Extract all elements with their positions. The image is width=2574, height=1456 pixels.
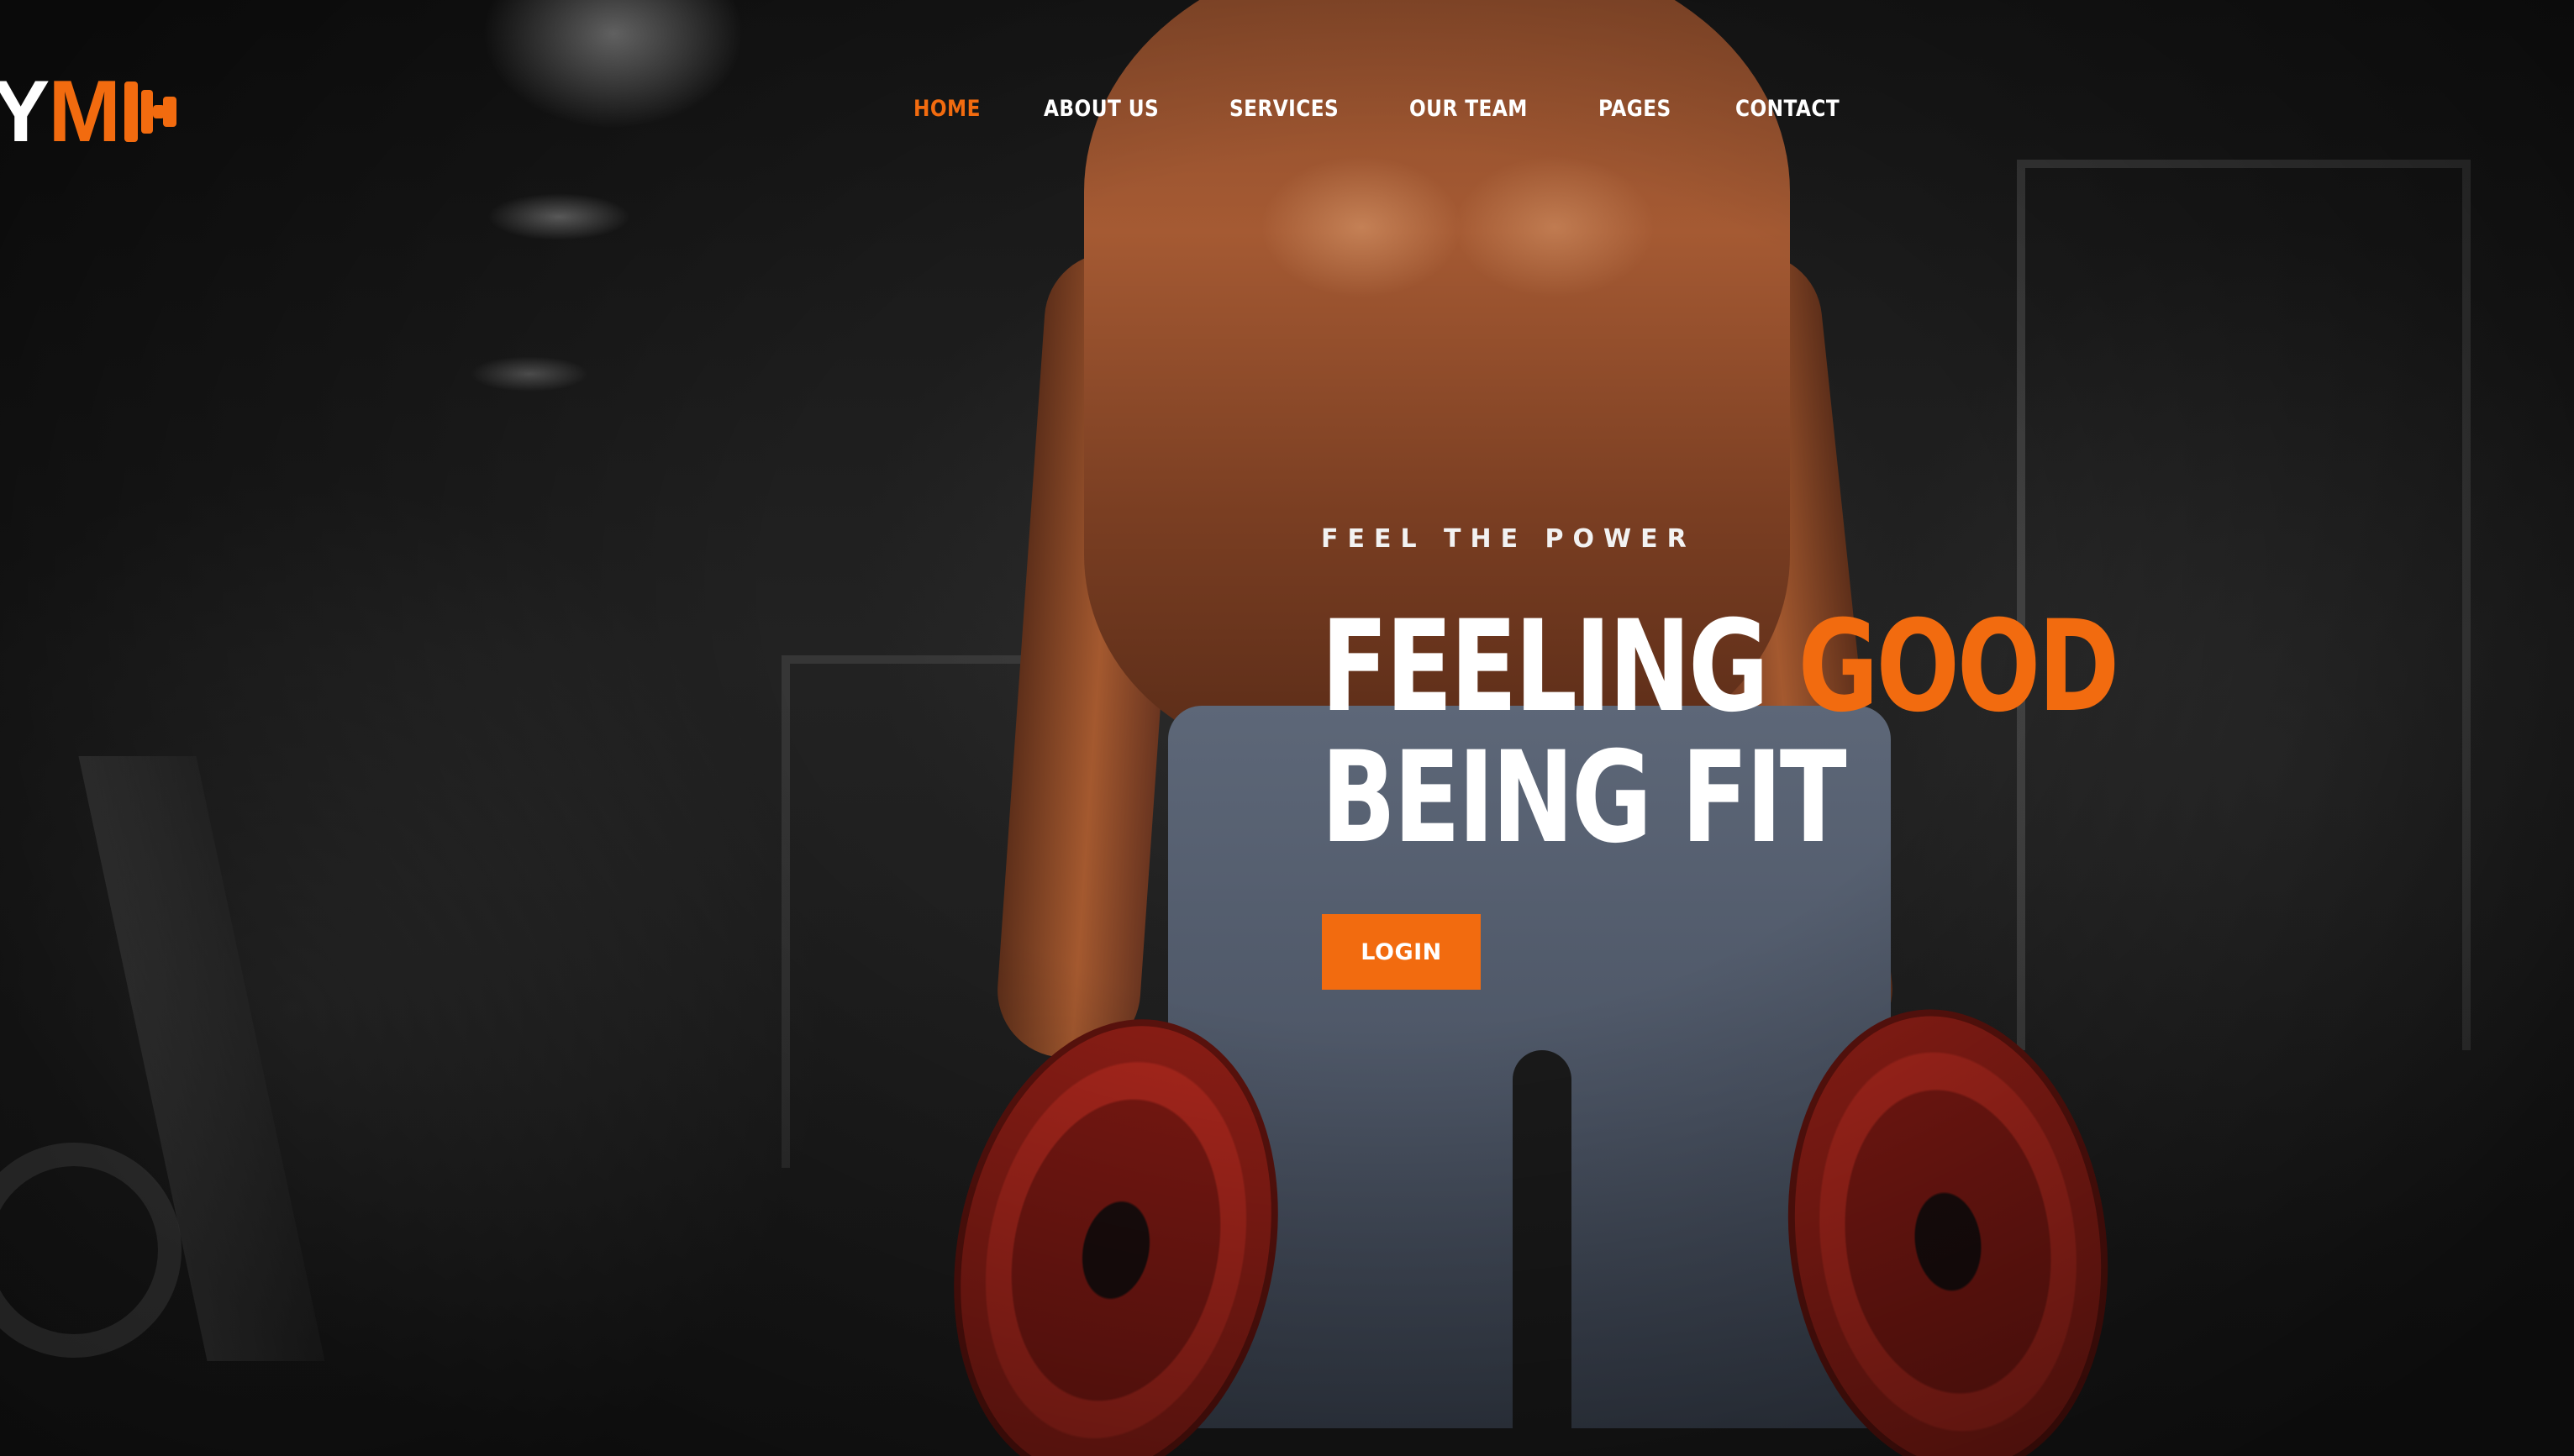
- hero-kicker: FEEL THE POWER: [1321, 524, 1696, 554]
- nav-item-contact[interactable]: CONTACT: [1735, 91, 1840, 128]
- hero-title: FEELING GOOD BEING FIT: [1321, 602, 2119, 864]
- hero-title-line2: BEING FIT: [1321, 725, 1847, 871]
- main-navigation: HOME ABOUT US SERVICES OUR TEAM PAGES CO…: [913, 91, 1909, 128]
- hero-title-line1: FEELING: [1321, 594, 1798, 740]
- nav-item-services[interactable]: SERVICES: [1229, 91, 1339, 128]
- hero-page: Y M HOME ABOUT US SERVICES OUR TEAM PAGE…: [0, 0, 2574, 1456]
- nav-item-pages[interactable]: PAGES: [1598, 91, 1671, 128]
- dumbbell-icon: [124, 81, 177, 142]
- site-logo[interactable]: Y M: [0, 63, 177, 160]
- hero-section: FEEL THE POWER FEELING GOOD BEING FIT: [1321, 514, 2245, 864]
- nav-item-our-team[interactable]: OUR TEAM: [1409, 91, 1528, 128]
- logo-text-white: Y: [0, 63, 50, 160]
- nav-item-about-us[interactable]: ABOUT US: [1044, 91, 1159, 128]
- login-button[interactable]: LOGIN: [1322, 914, 1481, 990]
- hero-title-accent: GOOD: [1798, 594, 2120, 740]
- nav-item-home[interactable]: HOME: [913, 91, 981, 128]
- logo-text-orange: M: [48, 63, 121, 160]
